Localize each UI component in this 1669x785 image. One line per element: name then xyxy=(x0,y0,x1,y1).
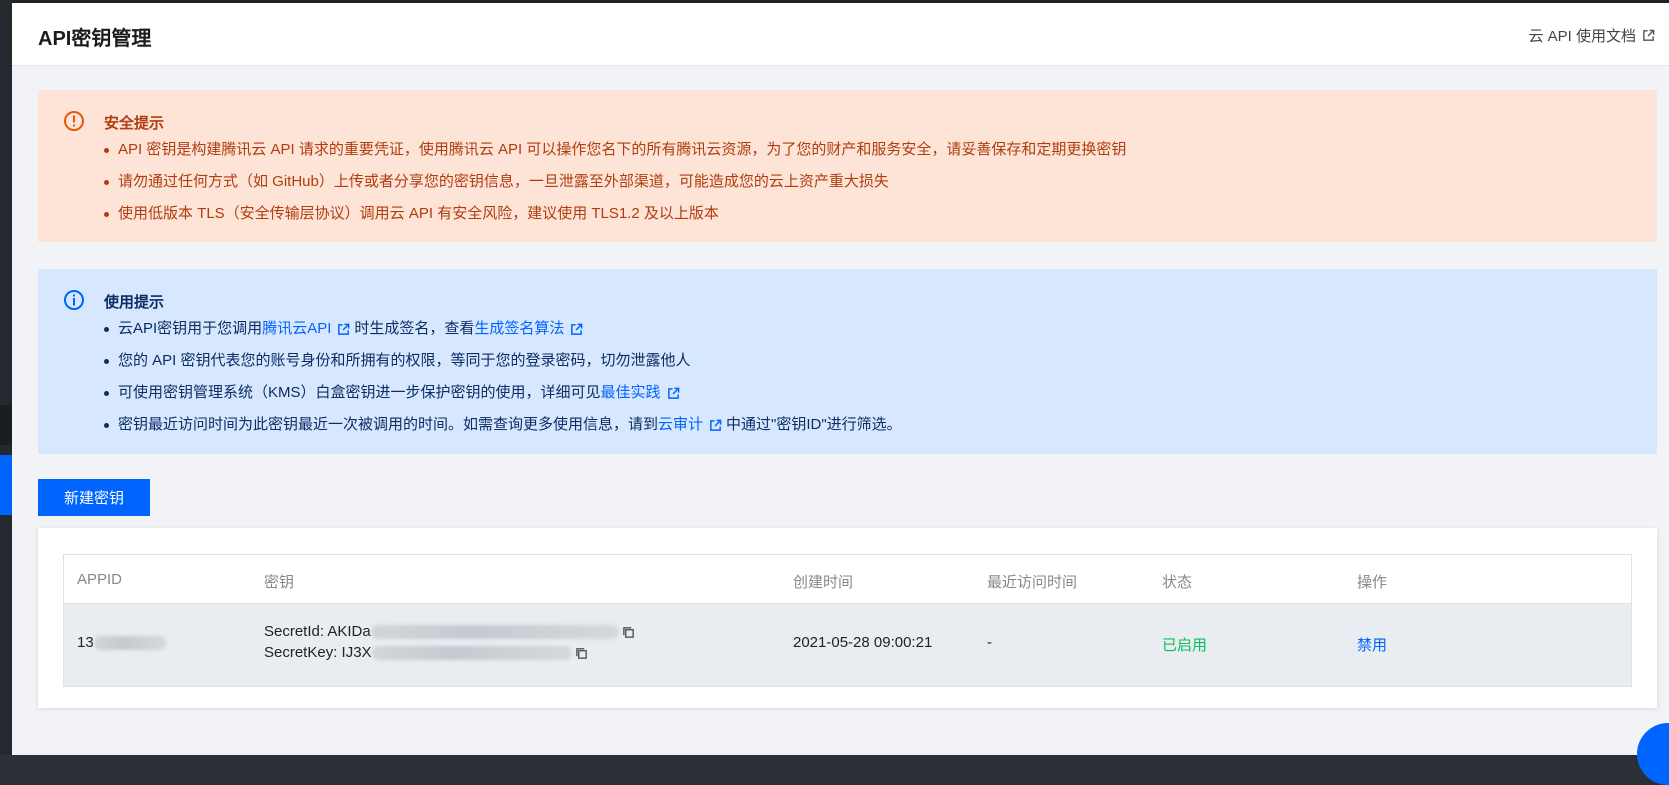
secret-id-value: SecretId: AKIDa xyxy=(264,623,371,640)
api-doc-link[interactable]: 云 API 使用文档 xyxy=(1528,25,1655,46)
list-item: 密钥最近访问时间为此密钥最近一次被调用的时间。如需查询更多使用信息，请到云审计 中… xyxy=(104,409,902,441)
list-item: 云API密钥用于您调用腾讯云API 时生成签名，查看生成签名算法 xyxy=(104,313,902,345)
copy-icon[interactable] xyxy=(575,647,588,660)
column-header-appid: APPID xyxy=(77,571,123,588)
link-label: 腾讯云API xyxy=(262,320,332,337)
link-label: 最佳实践 xyxy=(600,384,661,401)
secret-key-value: SecretKey: IJ3X xyxy=(264,644,372,661)
floating-help-button[interactable] xyxy=(1637,723,1669,785)
last-access-cell: - xyxy=(987,634,992,651)
api-doc-link-label: 云 API 使用文档 xyxy=(1528,28,1636,45)
page-header: API密钥管理 云 API 使用文档 xyxy=(12,3,1669,66)
key-table: APPID 密钥 创建时间 最近访问时间 状态 操作 13 SecretId: … xyxy=(63,554,1632,687)
redacted-mask xyxy=(370,625,619,640)
link-label: 生成签名算法 xyxy=(474,320,565,337)
external-link-icon xyxy=(667,387,679,399)
column-header-operation: 操作 xyxy=(1357,574,1388,591)
link-label: 云审计 xyxy=(658,416,704,433)
usage-tip-alert: 使用提示 云API密钥用于您调用腾讯云API 时生成签名，查看生成签名算法 您的 … xyxy=(38,269,1657,454)
security-tip-list: API 密钥是构建腾讯云 API 请求的重要凭证，使用腾讯云 API 可以操作您… xyxy=(104,134,1126,230)
external-link-icon xyxy=(571,323,583,335)
signature-algorithm-link[interactable]: 生成签名算法 xyxy=(474,320,587,337)
external-link-icon xyxy=(338,323,350,335)
usage-tip-text: 云API密钥用于您调用 xyxy=(118,320,263,337)
security-tip-title: 安全提示 xyxy=(104,115,165,132)
list-item: 使用低版本 TLS（安全传输层协议）调用云 API 有安全风险，建议使用 TLS… xyxy=(104,198,1126,230)
key-table-card: APPID 密钥 创建时间 最近访问时间 状态 操作 13 SecretId: … xyxy=(38,528,1657,708)
table-header: APPID 密钥 创建时间 最近访问时间 状态 操作 xyxy=(64,555,1631,604)
cloud-audit-link[interactable]: 云审计 xyxy=(658,416,726,433)
list-item: API 密钥是构建腾讯云 API 请求的重要凭证，使用腾讯云 API 可以操作您… xyxy=(104,134,1126,166)
list-item: 可使用密钥管理系统（KMS）白盒密钥进一步保护密钥的使用，详细可见最佳实践 xyxy=(104,377,902,409)
list-item: 您的 API 密钥代表您的账号身份和所拥有的权限，等同于您的登录密码，切勿泄露他… xyxy=(104,345,902,377)
status-badge: 已启用 xyxy=(1162,637,1208,654)
warning-icon xyxy=(64,111,84,131)
usage-tip-text: 中通过"密钥ID"进行筛选。 xyxy=(726,416,902,433)
column-header-key: 密钥 xyxy=(264,574,295,591)
usage-tip-list: 云API密钥用于您调用腾讯云API 时生成签名，查看生成签名算法 您的 API 密… xyxy=(104,313,902,441)
left-sidebar-rail xyxy=(0,0,12,755)
created-time-cell: 2021-05-28 09:00:21 xyxy=(793,634,933,651)
appid-cell: 13 xyxy=(77,634,166,651)
secret-key-cell: SecretKey: IJ3X xyxy=(264,644,588,661)
sidebar-item[interactable] xyxy=(0,405,12,445)
list-item: 请勿通过任何方式（如 GitHub）上传或者分享您的密钥信息，一旦泄露至外部渠道… xyxy=(104,166,1126,198)
info-icon xyxy=(64,290,84,310)
column-header-last-access: 最近访问时间 xyxy=(987,574,1078,591)
security-tip-alert: 安全提示 API 密钥是构建腾讯云 API 请求的重要凭证，使用腾讯云 API … xyxy=(38,90,1657,242)
appid-value: 13 xyxy=(77,634,94,651)
new-key-button[interactable]: 新建密钥 xyxy=(38,479,150,516)
redacted-mask xyxy=(371,646,572,661)
column-header-created: 创建时间 xyxy=(793,574,854,591)
tencent-cloud-api-link[interactable]: 腾讯云API xyxy=(262,320,354,337)
copy-icon[interactable] xyxy=(622,626,635,639)
external-link-icon xyxy=(710,419,722,431)
usage-tip-text: 密钥最近访问时间为此密钥最近一次被调用的时间。如需查询更多使用信息，请到 xyxy=(118,416,659,433)
sidebar-active-indicator[interactable] xyxy=(0,455,12,515)
secret-id-cell: SecretId: AKIDa xyxy=(264,623,635,640)
page-title: API密钥管理 xyxy=(38,28,152,50)
disable-key-link[interactable]: 禁用 xyxy=(1357,634,1387,655)
usage-tip-text: 时生成签名，查看 xyxy=(354,320,475,337)
usage-tip-text: 可使用密钥管理系统（KMS）白盒密钥进一步保护密钥的使用，详细可见 xyxy=(118,384,601,401)
external-link-icon xyxy=(1643,29,1655,41)
column-header-status: 状态 xyxy=(1162,574,1193,591)
redacted-mask xyxy=(93,636,166,651)
app-content: API密钥管理 云 API 使用文档 安全提示 API 密钥是构建腾讯云 API… xyxy=(12,3,1669,785)
usage-tip-title: 使用提示 xyxy=(104,294,165,311)
table-row: 13 SecretId: AKIDa SecretKey: IJ3X 2021-… xyxy=(64,604,1631,686)
best-practice-link[interactable]: 最佳实践 xyxy=(601,384,684,401)
